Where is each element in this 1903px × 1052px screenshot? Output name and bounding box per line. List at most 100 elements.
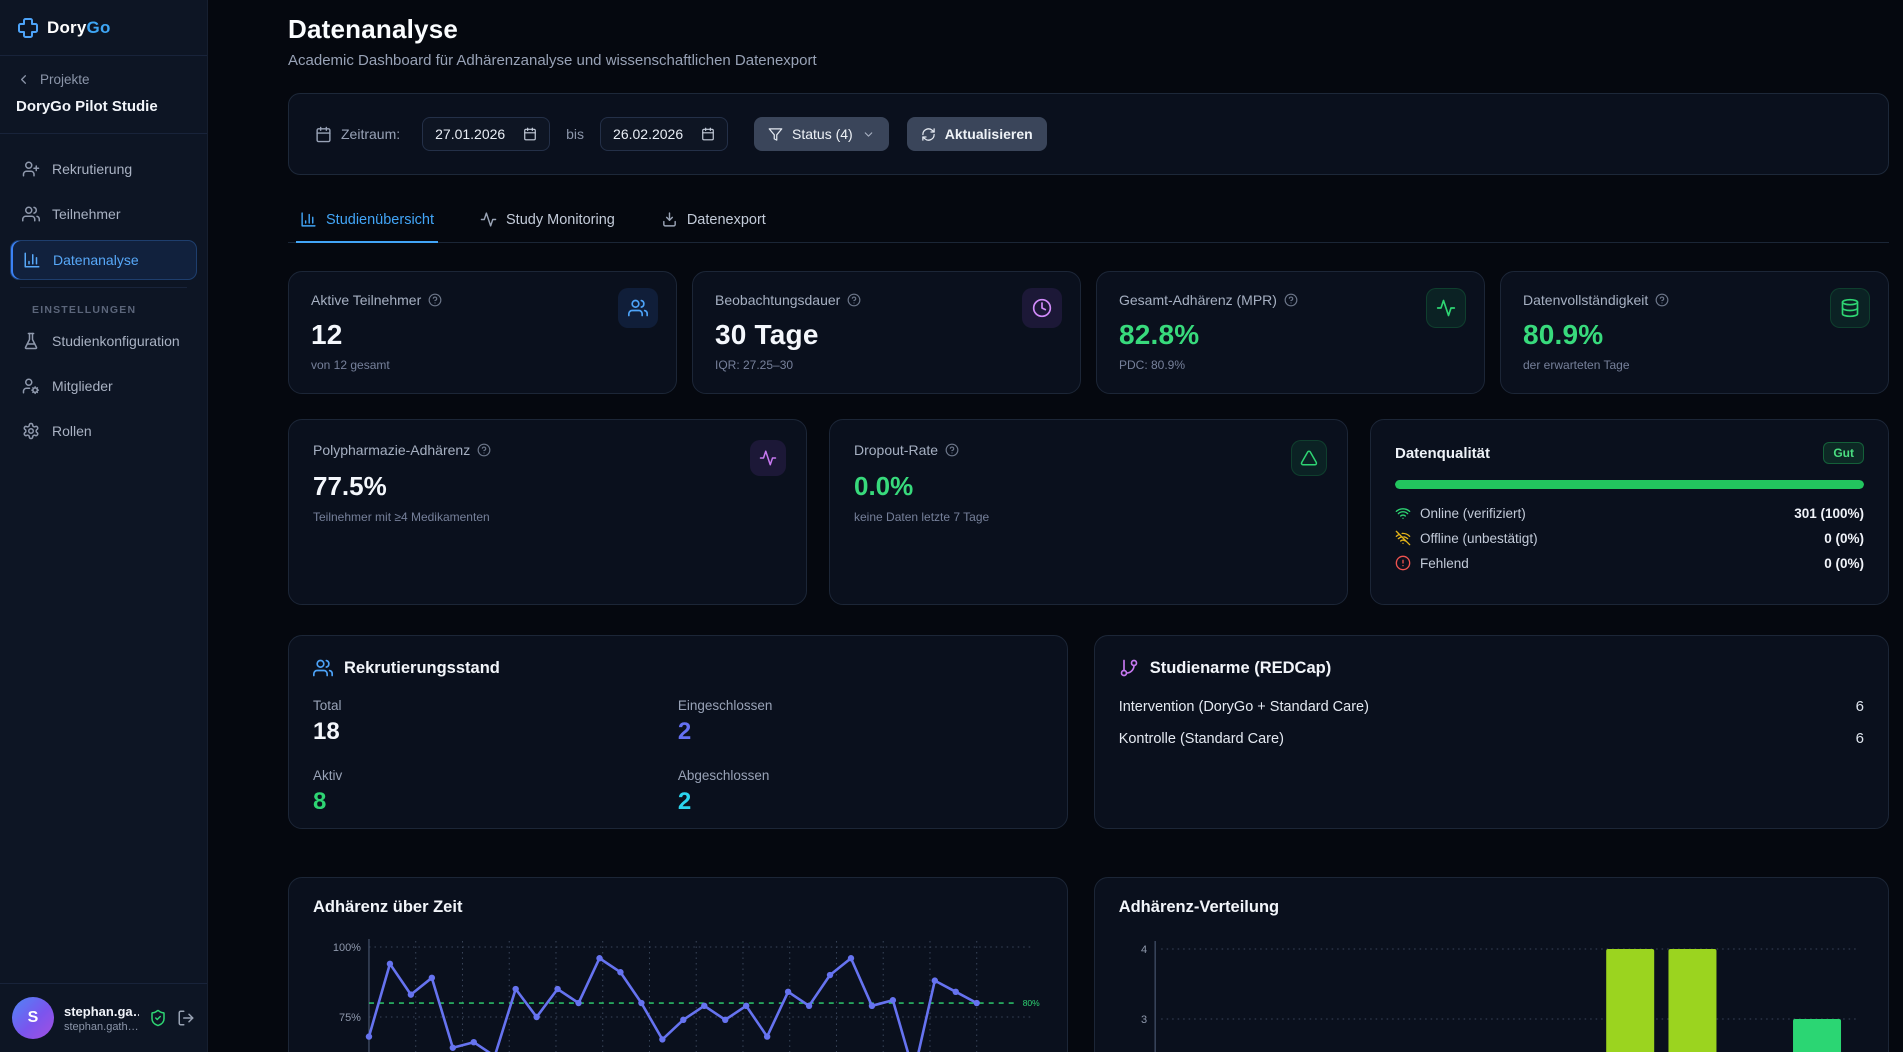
stat-label: Gesamt-Adhärenz (MPR) — [1119, 292, 1277, 308]
clock-icon — [1032, 298, 1052, 318]
user-gear-icon — [22, 377, 40, 395]
panel-row: Rekrutierungsstand Total 18 Eingeschloss… — [288, 635, 1889, 829]
stat-sub: der erwarteten Tage — [1523, 358, 1866, 372]
metric-label: Dropout-Rate — [854, 442, 938, 458]
help-icon[interactable] — [1655, 293, 1669, 307]
metric-sub: Teilnehmer mit ≥4 Medikamenten — [313, 510, 782, 524]
study-arm-row-kontrolle: Kontrolle (Standard Care) 6 — [1119, 730, 1864, 747]
recruitment-card: Rekrutierungsstand Total 18 Eingeschloss… — [288, 635, 1068, 829]
project-block: Projekte DoryGo Pilot Studie — [0, 56, 207, 134]
refresh-button[interactable]: Aktualisieren — [907, 117, 1047, 151]
metric-card-row: Polypharmazie-Adhärenz 77.5% Teilnehmer … — [288, 419, 1889, 605]
user-email: stephan.gath… — [64, 1021, 139, 1033]
chevron-left-icon — [16, 72, 31, 87]
quality-row-value: 0 (0%) — [1824, 556, 1864, 571]
bar-chart-icon — [23, 251, 41, 269]
back-link-label: Projekte — [40, 72, 90, 87]
date-to-value: 26.02.2026 — [613, 126, 683, 142]
quality-rows: Online (verifiziert) 301 (100%) Offline … — [1395, 505, 1864, 571]
sidebar-item-studienkonfiguration[interactable]: Studienkonfiguration — [10, 322, 197, 360]
sidebar-item-label: Rollen — [52, 423, 92, 439]
metric-card-dropout: Dropout-Rate 0.0% keine Daten letzte 7 T… — [829, 419, 1348, 605]
stat-value: 30 Tage — [715, 319, 1058, 351]
recruitment-stat-eingeschlossen: Eingeschlossen 2 — [678, 698, 1043, 746]
help-icon[interactable] — [477, 443, 491, 457]
quality-row-value: 301 (100%) — [1794, 506, 1864, 521]
tab-study-monitoring[interactable]: Study Monitoring — [476, 201, 619, 243]
chevron-down-icon — [862, 128, 875, 141]
tab-label: Datenexport — [687, 212, 766, 228]
recruitment-stat-abgeschlossen: Abgeschlossen 2 — [678, 768, 1043, 816]
sidebar-item-mitglieder[interactable]: Mitglieder — [10, 367, 197, 405]
quality-row-label: Fehlend — [1420, 556, 1469, 571]
stat-label: Beobachtungsdauer — [715, 292, 840, 308]
quality-progress-track — [1395, 480, 1864, 489]
project-name: DoryGo Pilot Studie — [16, 98, 191, 115]
sidebar-nav: Rekrutierung Teilnehmer Datenanalyse EIN… — [0, 134, 207, 467]
calendar-icon — [315, 126, 332, 143]
recruitment-stat-value: 2 — [678, 788, 1043, 816]
download-icon — [661, 211, 678, 228]
quality-row-label: Offline (unbestätigt) — [1420, 531, 1538, 546]
bis-label: bis — [566, 126, 584, 142]
back-to-projects-link[interactable]: Projekte — [16, 72, 191, 87]
help-icon[interactable] — [945, 443, 959, 457]
help-icon[interactable] — [847, 293, 861, 307]
sidebar-item-rollen[interactable]: Rollen — [10, 412, 197, 450]
tab-datenexport[interactable]: Datenexport — [657, 201, 770, 243]
stat-value: 12 — [311, 319, 654, 351]
refresh-icon — [921, 127, 936, 142]
adherence-line-chart: 100%75%80% — [313, 933, 1043, 1052]
brand-logo[interactable]: DoryGo — [0, 0, 207, 56]
recruitment-stat-label: Abgeschlossen — [678, 768, 1043, 783]
quality-row-online: Online (verifiziert) 301 (100%) — [1395, 505, 1864, 521]
date-to-input[interactable]: 26.02.2026 — [600, 117, 728, 151]
activity-icon — [480, 211, 497, 228]
stat-card-row: Aktive Teilnehmer 12 von 12 gesamt Beoba… — [288, 271, 1889, 394]
users-icon — [628, 298, 648, 318]
metric-icon-box — [1291, 440, 1327, 476]
recruitment-stat-label: Eingeschlossen — [678, 698, 1043, 713]
study-arm-label: Intervention (DoryGo + Standard Care) — [1119, 699, 1369, 715]
quality-row-offline: Offline (unbestätigt) 0 (0%) — [1395, 530, 1864, 546]
logout-icon[interactable] — [177, 1009, 195, 1027]
recruitment-stat-aktiv: Aktiv 8 — [313, 768, 678, 816]
flask-icon — [22, 332, 40, 350]
study-arms-card: Studienarme (REDCap) Intervention (DoryG… — [1094, 635, 1889, 829]
svg-text:75%: 75% — [339, 1012, 361, 1024]
date-from-input[interactable]: 27.01.2026 — [422, 117, 550, 151]
sidebar-item-teilnehmer[interactable]: Teilnehmer — [10, 195, 197, 233]
brand-wordmark: DoryGo — [47, 18, 111, 38]
adherence-time-chart-card: Adhärenz über Zeit 100%75%80% — [288, 877, 1068, 1052]
help-icon[interactable] — [428, 293, 442, 307]
users-icon — [22, 205, 40, 223]
recruitment-title: Rekrutierungsstand — [344, 659, 500, 678]
avatar[interactable]: S — [12, 997, 54, 1039]
sidebar-item-label: Studienkonfiguration — [52, 333, 180, 349]
status-filter-dropdown[interactable]: Status (4) — [754, 117, 889, 151]
tab-studienuebersicht[interactable]: Studienübersicht — [296, 201, 438, 243]
help-icon[interactable] — [1284, 293, 1298, 307]
adherence-bar-chart: 432 — [1119, 933, 1864, 1052]
sidebar-item-label: Teilnehmer — [52, 206, 120, 222]
git-branch-icon — [1119, 658, 1139, 678]
study-arm-label: Kontrolle (Standard Care) — [1119, 731, 1284, 747]
user-meta: stephan.ga… stephan.gath… — [64, 1004, 139, 1033]
stat-card-aktive-teilnehmer: Aktive Teilnehmer 12 von 12 gesamt — [288, 271, 677, 394]
study-arm-value: 6 — [1856, 730, 1864, 747]
study-arm-value: 6 — [1856, 698, 1864, 715]
data-quality-card: Datenqualität Gut Online (verifiziert) 3… — [1370, 419, 1889, 605]
sidebar-item-datenanalyse[interactable]: Datenanalyse — [10, 240, 197, 280]
sidebar-item-rekrutierung[interactable]: Rekrutierung — [10, 150, 197, 188]
bar-chart-icon — [300, 211, 317, 228]
refresh-button-label: Aktualisieren — [945, 126, 1033, 142]
stat-icon-box — [1426, 288, 1466, 328]
tab-bar: Studienübersicht Study Monitoring Datene… — [288, 201, 1889, 243]
page-title: Datenanalyse — [288, 14, 1889, 45]
stat-label: Aktive Teilnehmer — [311, 292, 421, 308]
quality-row-label: Online (verifiziert) — [1420, 506, 1526, 521]
svg-text:80%: 80% — [1023, 998, 1040, 1008]
activity-icon — [1436, 298, 1456, 318]
alert-circle-icon — [1395, 555, 1411, 571]
recruitment-stat-value: 8 — [313, 788, 678, 816]
